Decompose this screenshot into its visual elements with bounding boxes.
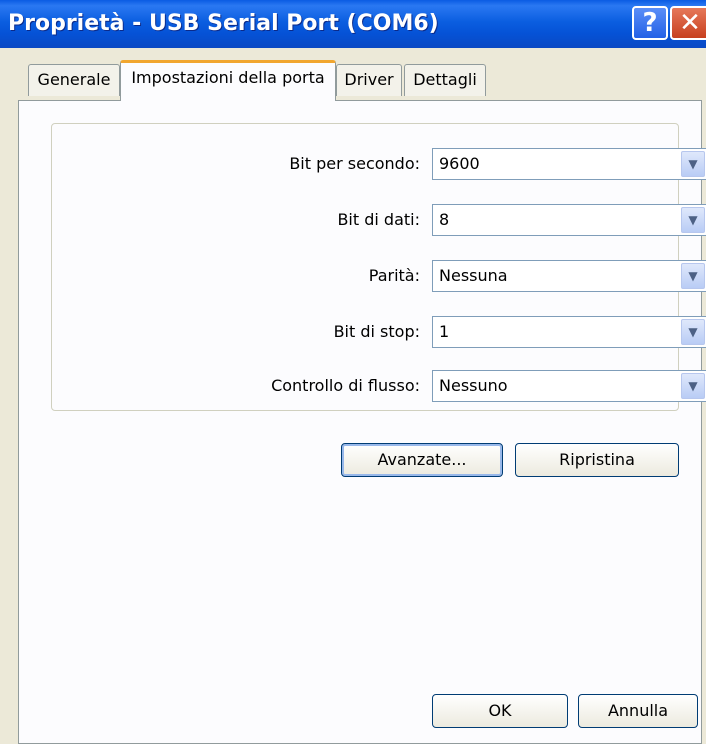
data-bits-select[interactable]: 8 ▼ <box>432 204 706 236</box>
tab-driver[interactable]: Driver <box>336 64 402 96</box>
chevron-down-icon[interactable]: ▼ <box>681 207 705 233</box>
bits-per-second-value: 9600 <box>439 154 480 173</box>
port-settings-group: Bit per secondo: 9600 ▼ Bit di dati: 8 ▼… <box>51 123 706 411</box>
bits-per-second-select[interactable]: 9600 ▼ <box>432 148 706 180</box>
parity-select[interactable]: Nessuna ▼ <box>432 260 706 292</box>
data-bits-value: 8 <box>439 210 450 229</box>
cancel-button[interactable]: Annulla <box>578 694 698 728</box>
stop-bits-select[interactable]: 1 ▼ <box>432 316 706 348</box>
flow-control-label: Controllo di flusso: <box>271 376 420 395</box>
restore-defaults-button[interactable]: Ripristina <box>515 443 679 477</box>
chevron-down-icon[interactable]: ▼ <box>681 319 705 345</box>
tab-port-settings[interactable]: Impostazioni della porta <box>120 60 336 101</box>
tab-dettagli[interactable]: Dettagli <box>404 64 486 96</box>
stop-bits-value: 1 <box>439 322 450 341</box>
close-icon[interactable]: ✕ <box>670 6 706 40</box>
tab-generale[interactable]: Generale <box>28 64 120 96</box>
parity-label: Parità: <box>368 266 420 285</box>
flow-control-select[interactable]: Nessuno ▼ <box>432 370 706 402</box>
chevron-down-icon[interactable]: ▼ <box>681 373 705 399</box>
chevron-down-icon[interactable]: ▼ <box>681 151 705 177</box>
advanced-button[interactable]: Avanzate... <box>341 443 503 477</box>
stop-bits-label: Bit di stop: <box>333 322 420 341</box>
title-bar[interactable]: Proprietà - USB Serial Port (COM6) ? ✕ <box>0 0 706 48</box>
ok-button[interactable]: OK <box>432 694 568 728</box>
data-bits-label: Bit di dati: <box>337 210 420 229</box>
bits-per-second-label: Bit per secondo: <box>289 154 420 173</box>
parity-value: Nessuna <box>439 266 508 285</box>
tab-panel: Bit per secondo: 9600 ▼ Bit di dati: 8 ▼… <box>18 100 706 744</box>
properties-dialog: Proprietà - USB Serial Port (COM6) ? ✕ G… <box>0 0 706 744</box>
flow-control-value: Nessuno <box>439 376 508 395</box>
window-title: Proprietà - USB Serial Port (COM6) <box>8 11 439 36</box>
chevron-down-icon[interactable]: ▼ <box>681 263 705 289</box>
tab-strip: Generale Impostazioni della porta Driver… <box>0 48 706 102</box>
help-icon[interactable]: ? <box>632 6 668 40</box>
